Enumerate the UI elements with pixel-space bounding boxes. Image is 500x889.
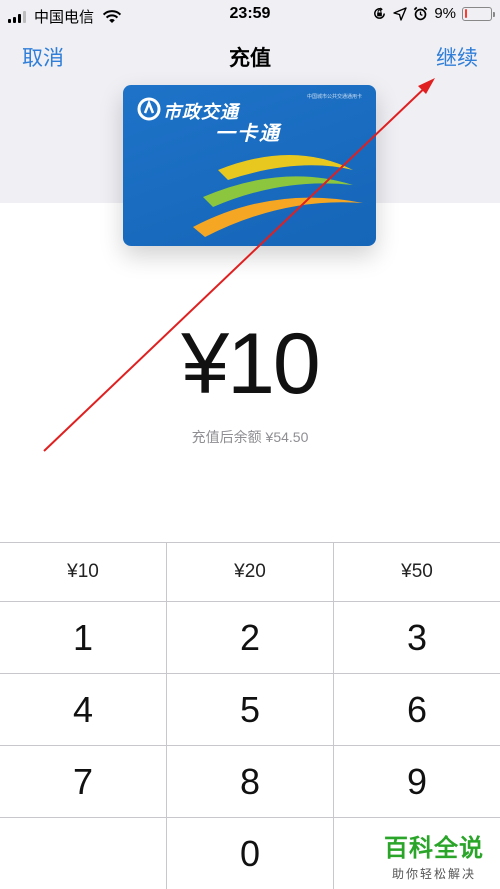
battery-fill xyxy=(464,9,467,18)
key-1[interactable]: 1 xyxy=(0,602,167,673)
watermark-subtitle: 助你轻松解决 xyxy=(391,867,476,881)
preset-row: ¥10 ¥20 ¥50 xyxy=(0,543,500,602)
card-small-text: 中国城市公共交通通用卡 xyxy=(306,94,362,100)
status-right: 9% xyxy=(372,5,495,22)
status-bar: 中国电信 23:59 9% xyxy=(0,0,500,30)
page-title: 充值 xyxy=(229,47,271,70)
battery-percent: 9% xyxy=(434,5,456,22)
recharge-amount: ¥10 xyxy=(181,316,321,412)
alarm-icon xyxy=(414,6,428,21)
lock-rotation-icon xyxy=(374,7,386,19)
preset-50-button[interactable]: ¥50 xyxy=(334,543,500,601)
card-logo-icon xyxy=(137,97,161,121)
key-5[interactable]: 5 xyxy=(167,674,334,745)
watermark-title: 百科全说 xyxy=(384,835,484,862)
key-6[interactable]: 6 xyxy=(334,674,500,745)
battery-icon xyxy=(462,6,495,21)
key-9[interactable]: 9 xyxy=(334,746,500,817)
key-8[interactable]: 8 xyxy=(167,746,334,817)
keypad-row: 1 2 3 xyxy=(0,602,500,674)
preset-20-button[interactable]: ¥20 xyxy=(167,543,334,601)
key-4[interactable]: 4 xyxy=(0,674,167,745)
continue-button[interactable]: 继续 xyxy=(436,42,478,72)
navigation-bar: 取消 充值 继续 xyxy=(0,36,500,76)
key-2[interactable]: 2 xyxy=(167,602,334,673)
preset-10-button[interactable]: ¥10 xyxy=(0,543,167,601)
transit-card: 市政交通 一卡通 中国城市公共交通通用卡 xyxy=(123,85,376,246)
key-7[interactable]: 7 xyxy=(0,746,167,817)
key-blank-left xyxy=(0,818,167,889)
watermark: 百科全说 助你轻松解决 xyxy=(384,828,484,882)
key-0[interactable]: 0 xyxy=(167,818,334,889)
keypad-row: 4 5 6 xyxy=(0,674,500,746)
balance-after-recharge: 充值后余额 ¥54.50 xyxy=(191,429,309,445)
card-name: 一卡通 xyxy=(215,123,281,145)
location-icon xyxy=(393,6,408,21)
key-3[interactable]: 3 xyxy=(334,602,500,673)
keypad-row: 7 8 9 xyxy=(0,746,500,818)
